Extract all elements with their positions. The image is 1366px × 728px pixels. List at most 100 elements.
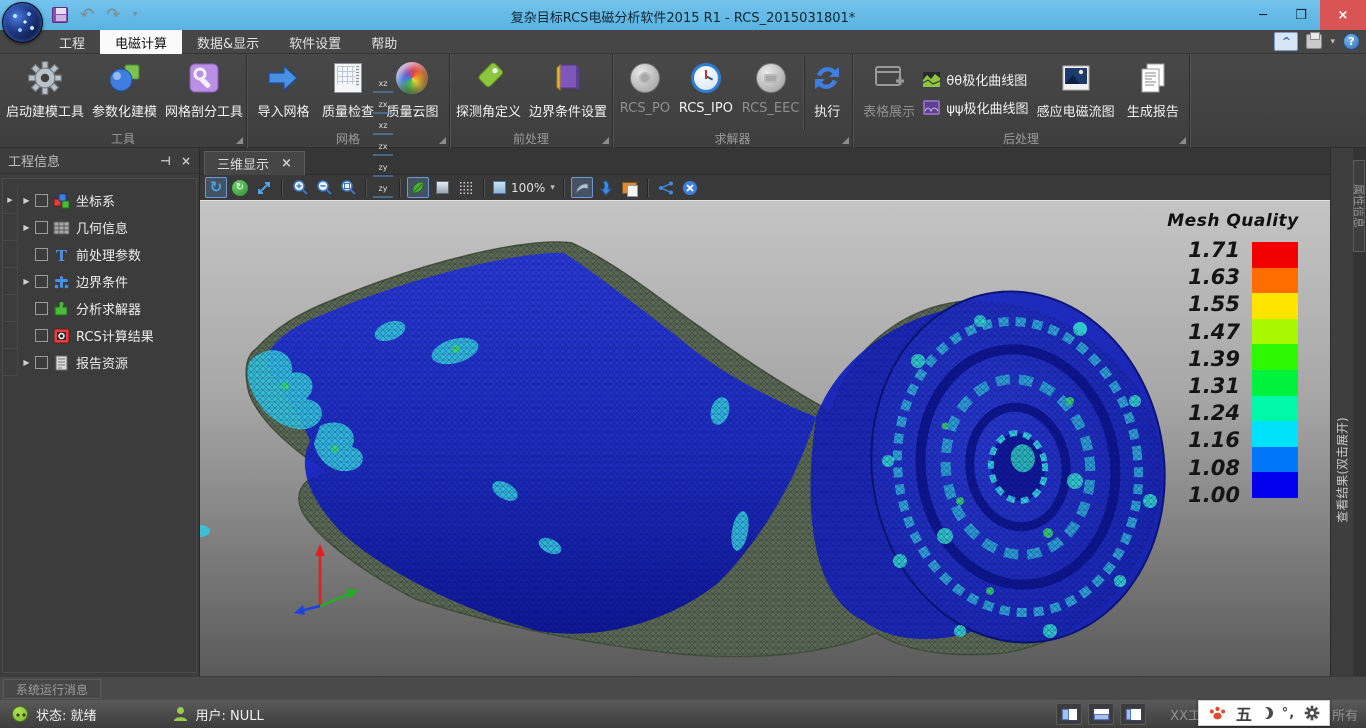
- induced-current-map-button[interactable]: 感应电磁流图: [1033, 56, 1119, 130]
- layout-side-panel-button[interactable]: [1120, 703, 1146, 725]
- item-checkbox[interactable]: [35, 329, 48, 342]
- collapse-ribbon-icon[interactable]: ^: [1274, 32, 1298, 51]
- generate-report-button[interactable]: 生成报告: [1123, 56, 1183, 130]
- zoom-level-widget[interactable]: 100% ▾: [493, 181, 555, 195]
- help-icon[interactable]: ?: [1343, 33, 1360, 50]
- solver-rcs-eec-button[interactable]: RCS_EEC: [738, 56, 804, 130]
- solver-rcs-po-button[interactable]: RCS_PO: [616, 56, 674, 130]
- quality-check-button[interactable]: 质量检查: [318, 56, 378, 130]
- item-checkbox[interactable]: [35, 356, 48, 369]
- app-logo[interactable]: [2, 2, 43, 43]
- device-icon[interactable]: [1306, 34, 1322, 49]
- ime-paw-icon[interactable]: [1208, 704, 1227, 722]
- expander-icon[interactable]: ▶: [18, 277, 35, 286]
- psi-polarization-curve-button[interactable]: ψψ极化曲线图: [923, 98, 1028, 117]
- tab-3d-display[interactable]: 三维显示 ×: [204, 151, 305, 175]
- curvature-display-button[interactable]: [571, 177, 593, 198]
- import-result-button[interactable]: [595, 177, 617, 198]
- save-icon[interactable]: [52, 7, 68, 23]
- probe-angle-button[interactable]: 探测角定义: [452, 56, 525, 130]
- diagonal-arrow-icon: [256, 180, 272, 196]
- close-view-button[interactable]: [679, 177, 701, 198]
- axis-view-button-xz[interactable]: xz: [373, 114, 393, 135]
- points-view-button[interactable]: [455, 177, 477, 198]
- group-launcher-icon[interactable]: [1179, 137, 1186, 144]
- item-checkbox[interactable]: [35, 275, 48, 288]
- ime-punctuation-toggle[interactable]: °,: [1282, 706, 1295, 721]
- axis-view-button-zy[interactable]: zy: [373, 156, 393, 177]
- orbit-view-button[interactable]: ↻: [229, 177, 251, 198]
- ime-toolbar[interactable]: 五 °,: [1198, 700, 1330, 726]
- expander-icon[interactable]: ▶: [18, 358, 35, 367]
- axis-view-button-xz[interactable]: xz: [373, 72, 393, 93]
- share-nodes-button[interactable]: [655, 177, 677, 198]
- ime-gear-icon[interactable]: [1304, 705, 1320, 721]
- item-checkbox[interactable]: [35, 194, 48, 207]
- qat-dropdown-icon[interactable]: ▾: [133, 10, 138, 20]
- tree-item-coordinate-system[interactable]: ▶ ▶ 坐标系: [3, 187, 196, 214]
- execute-button[interactable]: 执行: [804, 56, 849, 130]
- tab-em-compute[interactable]: 电磁计算: [100, 30, 182, 54]
- restore-button[interactable]: ❐: [1282, 0, 1320, 30]
- axis-view-button-zx[interactable]: zx: [373, 93, 393, 114]
- pan-view-button[interactable]: [253, 177, 275, 198]
- expander-icon[interactable]: ▶: [18, 196, 35, 205]
- theta-polarization-curve-button[interactable]: θθ极化曲线图: [923, 70, 1028, 89]
- table-display-button[interactable]: 表格展示: [859, 56, 919, 130]
- snapshot-folder-button[interactable]: [619, 177, 641, 198]
- group-launcher-icon[interactable]: [439, 137, 446, 144]
- close-button[interactable]: ×: [1320, 0, 1366, 30]
- layout-bottom-panel-button[interactable]: [1088, 703, 1114, 725]
- zoom-out-button[interactable]: [313, 177, 335, 198]
- item-checkbox[interactable]: [35, 221, 48, 234]
- system-message-tab[interactable]: 系统运行消息: [3, 679, 101, 699]
- launch-modeling-tool-button[interactable]: 启动建模工具: [2, 56, 88, 130]
- parametric-modeling-button[interactable]: 参数化建模: [88, 56, 161, 130]
- pin-icon[interactable]: ⊣: [160, 154, 171, 168]
- ime-moon-icon[interactable]: [1261, 707, 1273, 719]
- expander-icon[interactable]: ▶: [18, 223, 35, 232]
- tree-item-report-resources[interactable]: ▶ 报告资源: [3, 349, 196, 376]
- solver-rcs-ipo-button[interactable]: RCS_IPO: [675, 56, 737, 130]
- tab-data-display[interactable]: 数据&显示: [182, 30, 274, 54]
- zoom-fit-button[interactable]: [337, 177, 359, 198]
- group-launcher-icon[interactable]: [236, 137, 243, 144]
- panel-close-icon[interactable]: ×: [181, 154, 191, 168]
- shaded-view-button[interactable]: [407, 177, 429, 198]
- item-checkbox[interactable]: [35, 302, 48, 315]
- title-bar: ↶ ↷ ▾ 复杂目标RCS电磁分析软件2015 R1 - RCS_2015031…: [0, 0, 1366, 30]
- device-dropdown-icon[interactable]: ▾: [1330, 37, 1335, 47]
- tree-item-boundary-conditions[interactable]: ▶ 边界条件: [3, 268, 196, 295]
- tab-settings[interactable]: 软件设置: [274, 30, 356, 54]
- import-mesh-button[interactable]: 导入网格: [253, 56, 313, 130]
- wireframe-view-button[interactable]: [431, 177, 453, 198]
- redo-icon[interactable]: ↷: [106, 7, 120, 24]
- window-title: 复杂目标RCS电磁分析软件2015 R1 - RCS_2015031801*: [511, 7, 856, 26]
- group-launcher-icon[interactable]: [842, 137, 849, 144]
- minimize-button[interactable]: ─: [1244, 0, 1282, 30]
- tree-item-rcs-results[interactable]: RCS计算结果: [3, 322, 196, 349]
- zoom-dropdown-icon[interactable]: ▾: [550, 183, 555, 193]
- tree-item-geometry-info[interactable]: ▶ 几何信息: [3, 214, 196, 241]
- axis-view-button-zy[interactable]: zy: [373, 177, 393, 198]
- tab-project[interactable]: 工程: [44, 30, 100, 54]
- group-launcher-icon[interactable]: [602, 137, 609, 144]
- property-info-tab[interactable]: 属性信息: [1353, 160, 1365, 252]
- item-checkbox[interactable]: [35, 248, 48, 261]
- boundary-condition-button[interactable]: 边界条件设置: [525, 56, 611, 130]
- gutter-expander-icon[interactable]: ▶: [3, 187, 18, 214]
- undo-icon[interactable]: ↶: [80, 7, 94, 24]
- viewport-3d[interactable]: Mesh Quality 1.711.631.551.471.391.311.2…: [200, 200, 1330, 676]
- results-collapsed-bar[interactable]: 查看结果(双击展开): [1330, 148, 1353, 676]
- tree-item-analysis-solver[interactable]: 分析求解器: [3, 295, 196, 322]
- tab-help[interactable]: 帮助: [356, 30, 412, 54]
- ime-engine-label[interactable]: 五: [1236, 701, 1252, 725]
- doc-tab-close-icon[interactable]: ×: [281, 156, 292, 171]
- zoom-in-button[interactable]: [289, 177, 311, 198]
- tree-item-preprocess-params[interactable]: T 前处理参数: [3, 241, 196, 268]
- mesh-partition-tool-button[interactable]: 网格剖分工具: [161, 56, 247, 130]
- rotate-view-button[interactable]: ↻: [205, 177, 227, 198]
- user-text: 用户: NULL: [196, 705, 264, 724]
- axis-view-button-zx[interactable]: zx: [373, 135, 393, 156]
- layout-left-panel-button[interactable]: [1056, 703, 1082, 725]
